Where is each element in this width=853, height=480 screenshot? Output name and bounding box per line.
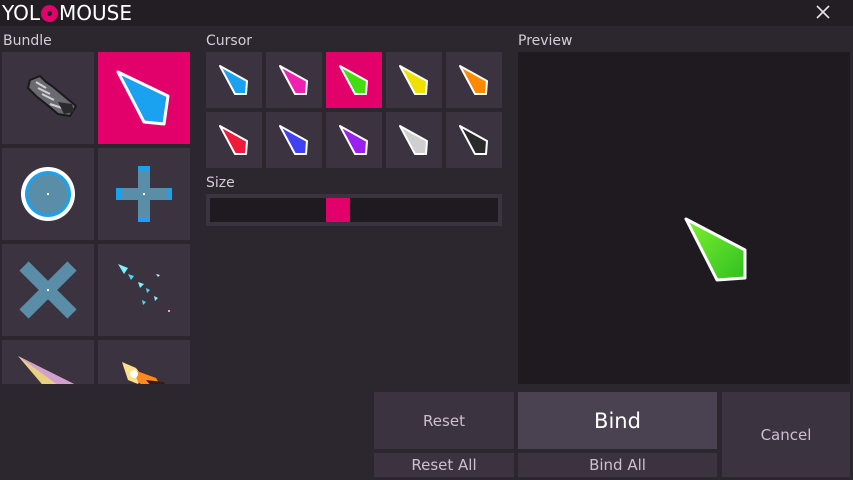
cursor-color-orange[interactable]: [446, 52, 502, 108]
cursor-color-green[interactable]: [326, 52, 382, 108]
logo-o-icon: [41, 4, 59, 22]
bundle-item-sparkle[interactable]: [98, 244, 190, 336]
orange-arrow-icon: [459, 65, 488, 95]
size-slider[interactable]: [206, 194, 502, 226]
indigo-arrow-icon: [279, 125, 308, 155]
bundle-item-fire[interactable]: [98, 340, 190, 384]
close-button[interactable]: [810, 0, 836, 26]
bundle-item-gauntlet[interactable]: [2, 52, 94, 144]
cursor-color-pink[interactable]: [266, 52, 322, 108]
purple-arrow-icon: [339, 125, 368, 155]
circle-cursor-icon: [21, 167, 75, 221]
green-arrow-icon: [339, 65, 368, 95]
preview-cursor: [684, 217, 747, 282]
size-label: Size: [206, 175, 235, 191]
size-slider-track[interactable]: [210, 198, 498, 222]
red-arrow-icon: [219, 125, 248, 155]
cursor-color-yellow[interactable]: [386, 52, 442, 108]
cursor-color-indigo[interactable]: [266, 112, 322, 168]
blue-arrow-cursor-icon: [116, 70, 170, 126]
cursor-color-black[interactable]: [446, 112, 502, 168]
preview-panel: [518, 52, 850, 384]
cursor-label: Cursor: [206, 33, 253, 49]
bind-all-button[interactable]: Bind All: [518, 453, 717, 477]
cursor-color-gray[interactable]: [386, 112, 442, 168]
bundle-grid: [0, 52, 196, 384]
bundle-label: Bundle: [3, 33, 52, 49]
bind-button[interactable]: Bind: [518, 392, 717, 449]
cursor-color-purple[interactable]: [326, 112, 382, 168]
plus-cursor-icon: [116, 166, 172, 222]
yellow-arrow-icon: [399, 65, 428, 95]
bundle-item-golden-arrow[interactable]: [2, 340, 94, 384]
blue-arrow-icon: [219, 65, 248, 95]
golden-arrow-cursor-icon: [18, 356, 74, 384]
bundle-item-plus[interactable]: [98, 148, 190, 240]
pink-arrow-icon: [279, 65, 308, 95]
bundle-item-circle[interactable]: [2, 148, 94, 240]
app-title-part2: MOUSE: [59, 1, 132, 25]
bundle-item-arrow[interactable]: [98, 52, 190, 144]
app-title-part1: YOL: [2, 1, 41, 25]
x-cursor-icon: [19, 261, 77, 319]
gauntlet-icon: [26, 74, 78, 118]
size-slider-thumb[interactable]: [326, 198, 350, 222]
fire-cursor-icon: [122, 362, 165, 384]
app-logo: YOL MOUSE: [2, 1, 132, 25]
black-arrow-icon: [459, 125, 488, 155]
close-icon: [816, 5, 830, 19]
reset-all-button[interactable]: Reset All: [374, 453, 514, 477]
title-bar: YOL MOUSE: [0, 0, 853, 26]
cursor-color-blue[interactable]: [206, 52, 262, 108]
preview-label: Preview: [518, 33, 573, 49]
cancel-button[interactable]: Cancel: [722, 392, 850, 477]
reset-button[interactable]: Reset: [374, 392, 514, 449]
cursor-color-red[interactable]: [206, 112, 262, 168]
bundle-item-x[interactable]: [2, 244, 94, 336]
sparkle-cursor-icon: [118, 264, 170, 312]
gray-arrow-icon: [399, 125, 428, 155]
